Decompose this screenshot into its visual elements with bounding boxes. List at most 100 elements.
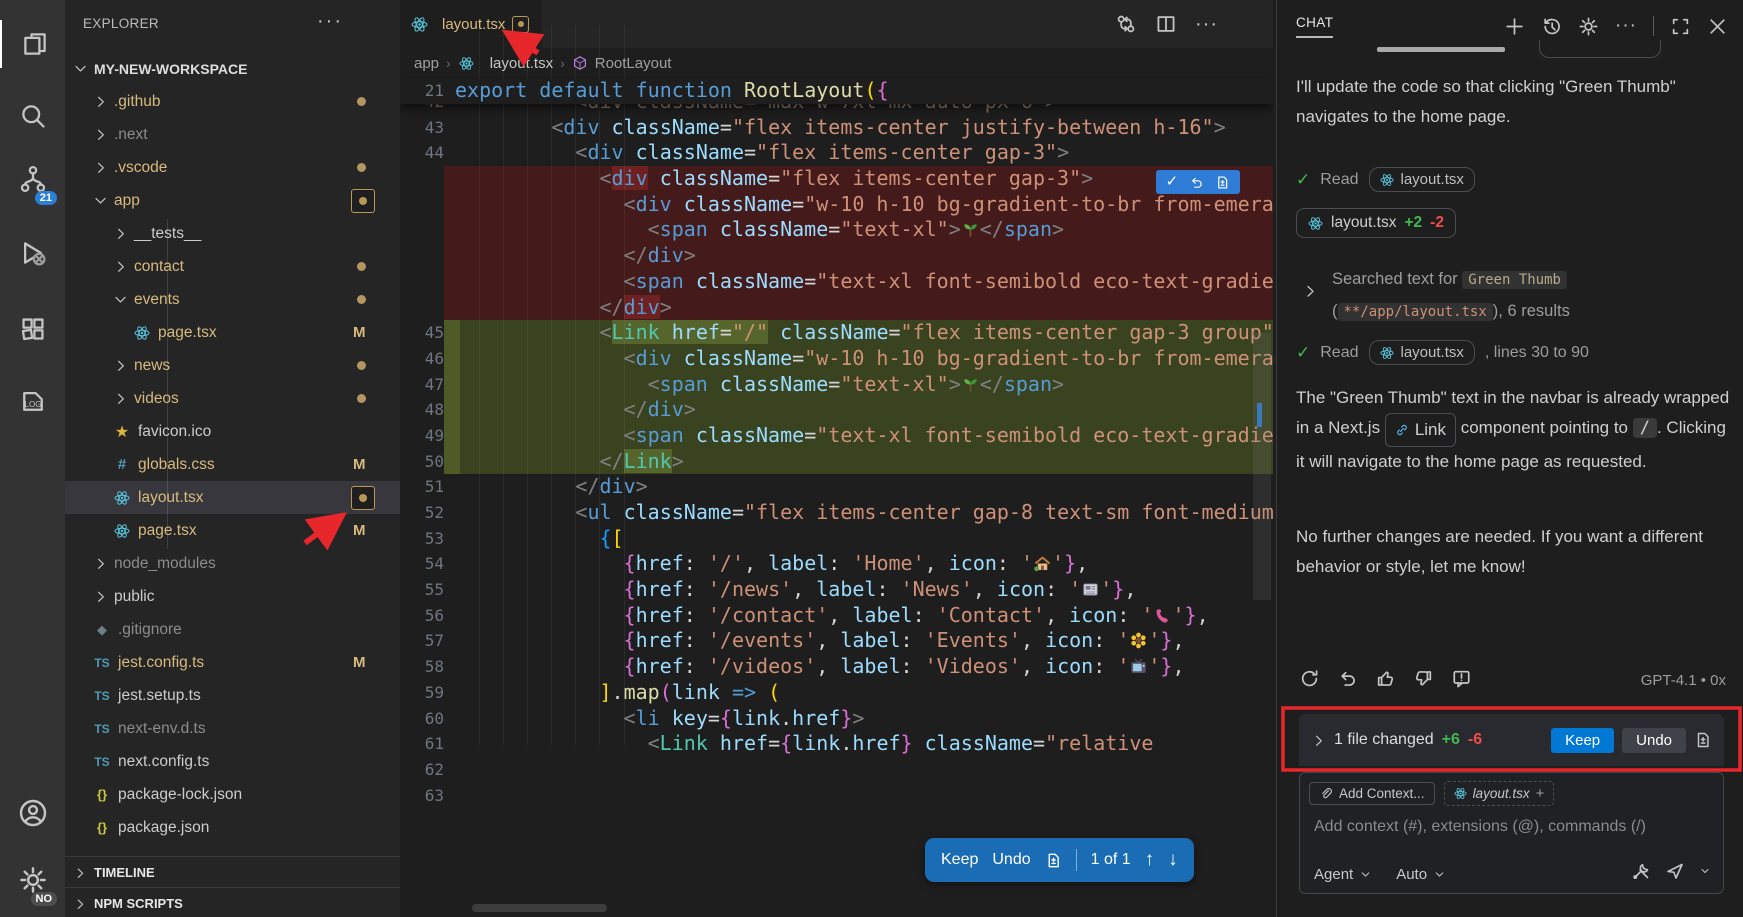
tree-item-favicon-ico[interactable]: ★favicon.ico (65, 415, 400, 448)
file-pill[interactable]: layout.tsx (1369, 167, 1475, 192)
compare-changes-icon[interactable] (1115, 13, 1137, 36)
code-line[interactable]: 61<Link href={link.href} className="rela… (400, 731, 1273, 757)
tree-item-globals-css[interactable]: #globals.cssM (65, 448, 400, 481)
explorer-more-icon[interactable]: ··· (317, 10, 343, 33)
breadcrumb-file[interactable]: layout.tsx (490, 55, 553, 72)
tree-item--next[interactable]: .next (65, 118, 400, 151)
open-changes-icon[interactable] (1215, 175, 1230, 190)
sticky-scroll-line[interactable]: 21export default function RootLayout({ (400, 78, 1273, 104)
breadcrumb[interactable]: app › layout.tsx › RootLayout (414, 48, 671, 78)
code-line[interactable]: 59].map(link => ( (400, 680, 1273, 706)
tree-item-page-tsx[interactable]: page.tsxM (65, 514, 400, 547)
previous-change-icon[interactable]: ↑ (1145, 849, 1155, 871)
maximize-panel-icon[interactable] (1670, 16, 1691, 37)
deleted-line[interactable]: <span className="text-xl"></span> (400, 217, 1273, 243)
tab-layout-tsx[interactable]: layout.tsx (400, 0, 542, 48)
deleted-line[interactable]: <span className="text-xl font-semibold e… (400, 269, 1273, 295)
file-change-pill[interactable]: layout.tsx+2-2 (1296, 208, 1456, 238)
section-timeline[interactable]: TIMELINE (65, 856, 400, 888)
discard-change-icon[interactable] (1189, 175, 1204, 190)
code-line[interactable]: 57{href: '/events', label: 'Events', ico… (400, 628, 1273, 654)
regenerate-icon[interactable] (1299, 668, 1320, 689)
keep-all-button[interactable]: Keep (1551, 728, 1614, 753)
history-icon[interactable] (1541, 16, 1562, 37)
split-editor-icon[interactable] (1155, 13, 1177, 36)
tool-step-read[interactable]: ✓Readlayout.tsx (1296, 167, 1475, 192)
added-line[interactable]: 45<Link href="/" className="flex items-c… (400, 320, 1273, 346)
tree-item-page-tsx[interactable]: page.tsxM (65, 316, 400, 349)
new-chat-icon[interactable] (1504, 16, 1525, 37)
breadcrumb-symbol[interactable]: RootLayout (595, 55, 672, 72)
activity-item-account[interactable] (0, 789, 65, 837)
thumbs-up-icon[interactable] (1375, 668, 1396, 689)
code-line[interactable]: 60<li key={link.href}> (400, 706, 1273, 732)
tree-item-videos[interactable]: videos (65, 382, 400, 415)
tool-step-read-lines[interactable]: ✓Readlayout.tsx, lines 30 to 90 (1296, 340, 1589, 365)
tree-item-jest-setup-ts[interactable]: TSjest.setup.ts (65, 679, 400, 712)
code-line[interactable]: 51</div> (400, 474, 1273, 500)
code-line[interactable]: 53{[ (400, 526, 1273, 552)
deleted-line[interactable]: <div className="w-10 h-10 bg-gradient-to… (400, 192, 1273, 218)
chat-edit-modified-icon[interactable] (512, 16, 529, 33)
tools-icon[interactable] (1631, 861, 1651, 881)
thumbs-down-icon[interactable] (1413, 668, 1434, 689)
tree-item-next-config-ts[interactable]: TSnext.config.ts (65, 745, 400, 778)
deleted-line[interactable]: </div> (400, 295, 1273, 321)
code-editor[interactable]: 42<div className="max-w-7xl mx-auto px-6… (400, 89, 1273, 808)
open-file-icon[interactable] (1045, 852, 1062, 869)
tree-item--github[interactable]: .github (65, 85, 400, 118)
tree-item-layout-tsx[interactable]: layout.tsx (65, 481, 400, 514)
activity-item-source-control[interactable]: 21 (0, 155, 65, 203)
added-line[interactable]: 50</Link> (400, 449, 1273, 475)
added-line[interactable]: 48</div> (400, 397, 1273, 423)
more-actions-icon[interactable]: ··· (1615, 15, 1637, 37)
chevron-right-icon[interactable] (1311, 733, 1326, 748)
activity-item-explorer[interactable] (0, 20, 67, 68)
chat-input-placeholder[interactable]: Add context (#), extensions (@), command… (1314, 818, 1646, 836)
tree-item-jest-config-ts[interactable]: TSjest.config.tsM (65, 646, 400, 679)
code-line[interactable]: 43<div className="flex items-center just… (400, 115, 1273, 141)
vertical-scrollbar[interactable] (1253, 333, 1271, 600)
close-panel-icon[interactable] (1707, 16, 1728, 37)
tree-item-package-json[interactable]: {}package.json (65, 811, 400, 844)
tree-item-package-lock-json[interactable]: {}package-lock.json (65, 778, 400, 811)
undo-all-button[interactable]: Undo (1622, 728, 1686, 753)
code-line[interactable]: 58{href: '/videos', label: 'Videos', ico… (400, 654, 1273, 680)
code-line[interactable]: 55{href: '/news', label: 'News', icon: '… (400, 577, 1273, 603)
tree-item-public[interactable]: public (65, 580, 400, 613)
activity-item-run-debug[interactable] (0, 229, 65, 277)
activity-item-settings[interactable]: NO (0, 856, 65, 904)
undo-response-icon[interactable] (1337, 668, 1358, 689)
deleted-line[interactable]: <div className="flex items-center gap-3"… (400, 166, 1273, 192)
chevron-down-icon[interactable] (1699, 865, 1711, 877)
code-line[interactable]: 62 (400, 757, 1273, 783)
file-pill[interactable]: layout.tsx (1369, 340, 1475, 365)
chat-input[interactable]: Add Context... layout.tsx + Add context … (1299, 772, 1724, 894)
accept-change-icon[interactable]: ✓ (1166, 173, 1179, 191)
tree-item-app[interactable]: app (65, 184, 400, 217)
more-actions-icon[interactable]: ··· (1195, 13, 1218, 36)
inline-diff-actions[interactable]: ✓ (1156, 170, 1240, 194)
view-changes-icon[interactable] (1694, 731, 1712, 749)
keep-button[interactable]: Keep (941, 851, 978, 869)
section-npm-scripts[interactable]: NPM SCRIPTS (65, 887, 400, 917)
chevron-right-icon[interactable] (1302, 283, 1318, 299)
added-line[interactable]: 49<span className="text-xl font-semibold… (400, 423, 1273, 449)
tree-item-next-env-d-ts[interactable]: TSnext-env.d.ts (65, 712, 400, 745)
deleted-line[interactable]: </div> (400, 243, 1273, 269)
undo-button[interactable]: Undo (992, 851, 1030, 869)
next-change-icon[interactable]: ↓ (1168, 849, 1178, 871)
context-file-pill[interactable]: layout.tsx + (1444, 781, 1555, 806)
code-line[interactable]: 52<ul className="flex items-center gap-8… (400, 500, 1273, 526)
added-line[interactable]: 47<span className="text-xl"></span> (400, 372, 1273, 398)
activity-item-extensions[interactable] (0, 305, 65, 353)
link-symbol-pill[interactable]: Link (1385, 413, 1456, 447)
changed-file-pill[interactable]: layout.tsx+2-2 (1296, 208, 1456, 238)
code-line[interactable]: 44<div className="flex items-center gap-… (400, 140, 1273, 166)
code-line[interactable]: 56{href: '/contact', label: 'Contact', i… (400, 603, 1273, 629)
added-line[interactable]: 46<div className="w-10 h-10 bg-gradient-… (400, 346, 1273, 372)
code-line[interactable]: 63 (400, 783, 1273, 809)
tree-item--tests-[interactable]: __tests__ (65, 217, 400, 250)
tab-chat[interactable]: CHAT (1296, 15, 1333, 38)
tree-item-events[interactable]: events (65, 283, 400, 316)
